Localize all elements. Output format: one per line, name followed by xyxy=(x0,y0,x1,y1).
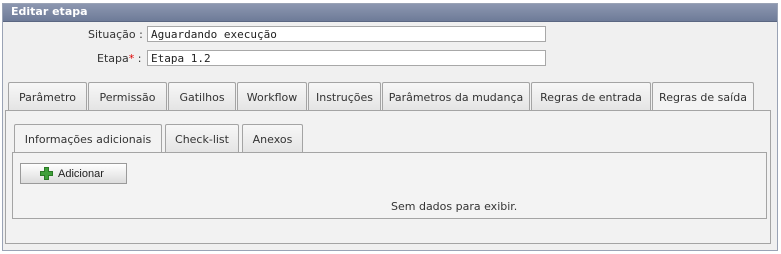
subtab-check-list[interactable]: Check-list xyxy=(165,124,239,154)
situacao-label: Situação : xyxy=(88,28,143,41)
tab-workflow[interactable]: Workflow xyxy=(237,82,307,112)
plus-icon xyxy=(40,167,53,180)
tab-instrucoes[interactable]: Instruções xyxy=(308,82,381,112)
empty-message: Sem dados para exibir. xyxy=(391,200,518,213)
add-button-label: Adicionar xyxy=(58,168,104,180)
etapa-field[interactable] xyxy=(147,50,546,66)
tab-regras-de-entrada[interactable]: Regras de entrada xyxy=(531,82,651,112)
subtab-informacoes-adicionais[interactable]: Informações adicionais xyxy=(14,124,162,155)
subtab-anexos[interactable]: Anexos xyxy=(242,124,303,154)
tab-gatilhos[interactable]: Gatilhos xyxy=(168,82,236,112)
tab-permissao[interactable]: Permissão xyxy=(88,82,167,112)
tab-regras-de-saida[interactable]: Regras de saída xyxy=(652,82,754,113)
tab-parametros-da-mudanca[interactable]: Parâmetros da mudança xyxy=(382,82,530,112)
panel-title: Editar etapa xyxy=(3,4,777,22)
etapa-label: Etapa* : xyxy=(97,52,142,65)
situacao-field[interactable] xyxy=(147,26,546,42)
add-button[interactable]: Adicionar xyxy=(20,163,127,184)
tab-parametro[interactable]: Parâmetro xyxy=(8,82,87,112)
